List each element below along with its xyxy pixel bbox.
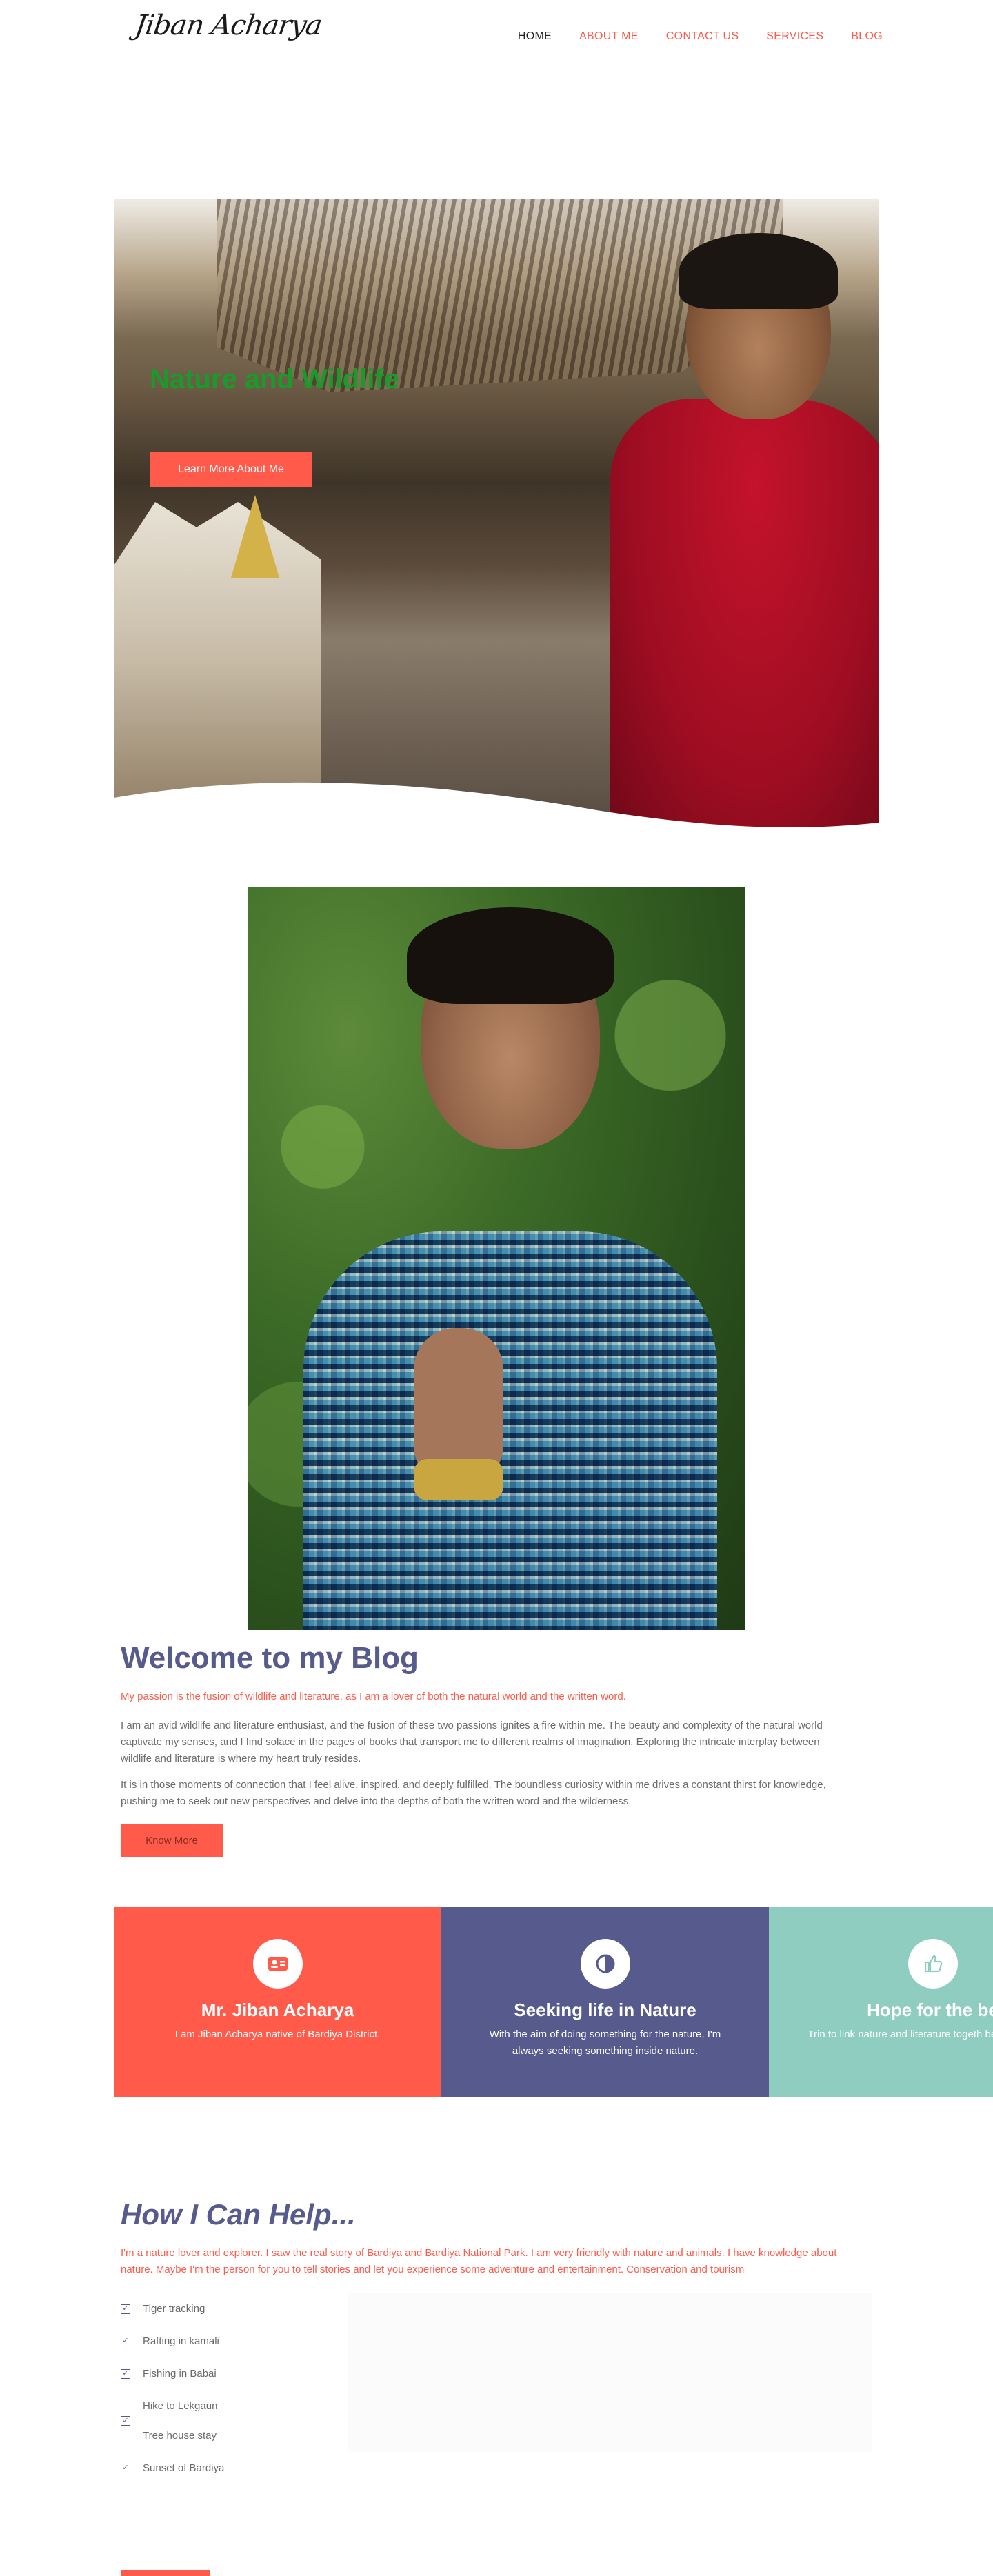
feature-text: With the aim of doing something for the …	[489, 2029, 721, 2057]
nav-services[interactable]: SERVICES	[766, 30, 823, 43]
feature-text: Trin to link nature and literature toget…	[808, 2029, 993, 2040]
welcome-paragraph: It is in those moments of connection tha…	[121, 1779, 826, 1807]
temple-building-image	[114, 502, 321, 819]
help-title: How I Can Help...	[121, 2198, 356, 2231]
checkbox-icon: ✓	[121, 2368, 130, 2379]
nav-home[interactable]: HOME	[518, 30, 552, 43]
welcome-title: Welcome to my Blog	[121, 1641, 419, 1675]
portrait-hair	[407, 907, 614, 1004]
list-item-label: Tiger tracking	[143, 2303, 205, 2315]
hero-hair	[679, 233, 838, 309]
hero-hoodie	[610, 399, 879, 829]
checkbox-icon: ✓	[121, 2336, 130, 2346]
welcome-paragraph: I am an avid wildlife and literature ent…	[121, 1720, 823, 1764]
checkbox-icon: ✓	[121, 2304, 130, 2314]
list-item: ✓ Sunset of Bardiya	[121, 2462, 879, 2474]
feature-card: Mr. Jiban Acharya I am Jiban Acharya nat…	[114, 1907, 441, 2097]
help-intro: I'm a nature lover and explorer. I saw t…	[121, 2247, 837, 2275]
checkbox-icon: ✓	[121, 2416, 130, 2426]
know-more-button[interactable]: Know More	[121, 1824, 223, 1857]
portrait-watch	[414, 1459, 503, 1500]
help-image-placeholder	[348, 2293, 872, 2452]
hero-wave-divider	[114, 782, 879, 829]
welcome-section: Welcome to my Blog My passion is the fus…	[121, 1641, 852, 1857]
portrait-image	[248, 887, 745, 1630]
hero-person-image	[610, 233, 879, 829]
list-item-label: Fishing in Babai	[143, 2368, 217, 2379]
thumbs-up-icon	[924, 1955, 942, 1973]
site-header: Jiban Acharya HOME ABOUT ME CONTACT US S…	[0, 0, 993, 76]
feature-icon-circle	[580, 1939, 630, 1989]
list-item-label: Rafting in kamali	[143, 2335, 219, 2347]
main-nav: HOME ABOUT ME CONTACT US SERVICES BLOG	[518, 30, 883, 43]
contrast-icon	[596, 1954, 614, 1973]
nav-about-me[interactable]: ABOUT ME	[579, 30, 639, 43]
feature-text: I am Jiban Acharya native of Bardiya Dis…	[174, 2029, 381, 2040]
site-logo[interactable]: Jiban Acharya	[133, 10, 324, 41]
nav-contact-us[interactable]: CONTACT US	[666, 30, 739, 43]
checkbox-icon: ✓	[121, 2463, 130, 2473]
feature-card: Seeking life in Nature With the aim of d…	[441, 1907, 769, 2097]
features-strip: Mr. Jiban Acharya I am Jiban Acharya nat…	[114, 1907, 993, 2097]
feature-icon-circle	[907, 1939, 958, 1989]
feature-title: Mr. Jiban Acharya	[201, 2000, 354, 2020]
list-item-label: Hike to Lekgaun	[143, 2400, 218, 2412]
nav-blog[interactable]: BLOG	[851, 30, 883, 43]
list-item-label: Tree house stay	[143, 2430, 217, 2442]
hero-title: Nature and Wildlife	[150, 364, 399, 394]
learn-more-button[interactable]: Learn More About Me	[150, 452, 312, 487]
portrait-shirt	[303, 1231, 717, 1630]
hero-section: Nature and Wildlife Learn More About Me	[114, 199, 879, 829]
list-item-lines: Hike to Lekgaun Tree house stay	[143, 2400, 217, 2442]
feature-icon-circle	[252, 1939, 303, 1989]
list-item-label: Sunset of Bardiya	[143, 2462, 225, 2474]
feature-card: Hope for the be Trin to link nature and …	[769, 1907, 993, 2097]
feature-title: Hope for the be	[867, 2000, 993, 2020]
feature-title: Seeking life in Nature	[514, 2000, 696, 2020]
id-card-icon	[268, 1957, 288, 1971]
welcome-lead: My passion is the fusion of wildlife and…	[121, 1691, 626, 1702]
help-cta-button[interactable]	[121, 2570, 210, 2576]
